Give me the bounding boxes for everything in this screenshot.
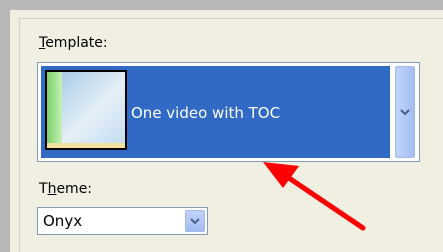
chevron-down-icon (400, 109, 410, 116)
template-thumbnail (45, 70, 127, 150)
template-dropdown[interactable]: One video with TOC (37, 62, 420, 162)
template-label-text: emplate: (45, 35, 108, 51)
theme-label: Theme: (39, 181, 92, 197)
theme-selected-value: Onyx (43, 212, 83, 230)
template-dropdown-button[interactable] (395, 66, 415, 158)
template-selected-item[interactable]: One video with TOC (41, 66, 390, 158)
theme-label-prefix: T (39, 181, 48, 197)
theme-dropdown[interactable]: Onyx (37, 207, 208, 235)
theme-dropdown-button[interactable] (185, 210, 205, 232)
thumbnail-video-pane (62, 72, 125, 143)
template-label: Template: (39, 35, 108, 51)
chevron-down-icon (190, 218, 200, 225)
thumbnail-toc-pane (47, 72, 62, 148)
theme-label-text: eme: (56, 181, 93, 197)
thumbnail-bottom-bar (47, 143, 125, 148)
red-arrow-icon (263, 162, 366, 231)
template-selected-value: One video with TOC (131, 104, 281, 122)
